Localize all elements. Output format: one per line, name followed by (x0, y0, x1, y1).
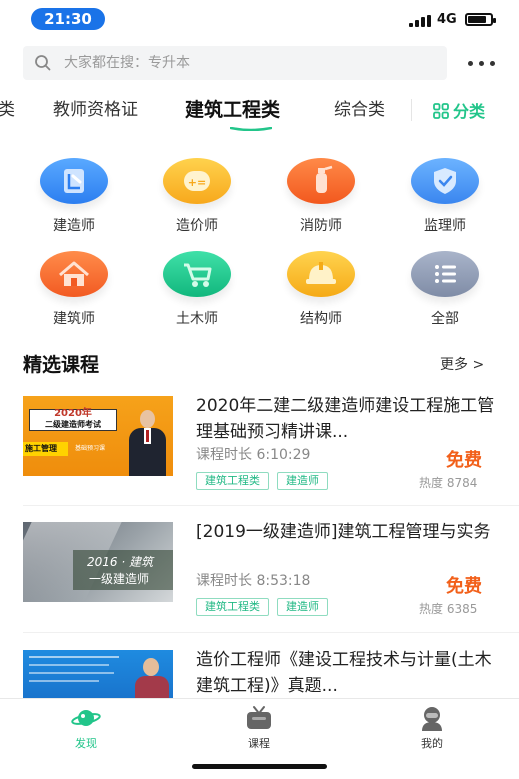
category-jianlishi[interactable]: 监理师 (395, 158, 495, 235)
home-indicator (192, 764, 327, 769)
category-tumushi[interactable]: 土木师 (147, 251, 247, 328)
battery-icon (465, 13, 496, 26)
course-tag: 建造师 (277, 472, 328, 490)
wheelbarrow-icon (163, 251, 231, 297)
course-heat: 热度 6385 (419, 602, 478, 616)
grid-icon (433, 103, 449, 119)
category-label: 全部 (431, 311, 459, 327)
course-tag: 建筑工程类 (196, 598, 269, 616)
course-title: 造价工程师《建设工程技术与计量(土木建筑工程)》真题... (196, 650, 492, 696)
category-label: 结构师 (300, 311, 342, 327)
course-card[interactable]: 造价工程师《建设工程技术与计量(土木建筑工程)》真题... (0, 650, 519, 698)
house-icon (40, 251, 108, 297)
course-duration: 课程时长 6:10:29 (196, 447, 311, 463)
category-label: 建筑师 (53, 311, 95, 327)
status-bar: 21:30 4G (0, 0, 519, 38)
list-icon (411, 251, 479, 297)
category-all[interactable]: 全部 (395, 251, 495, 328)
category-label: 消防师 (300, 218, 342, 234)
planet-icon (71, 710, 101, 726)
nav-label: 我的 (421, 737, 443, 750)
category-label: 监理师 (424, 218, 466, 234)
tab-partial[interactable]: 类 (0, 92, 15, 128)
course-thumbnail (23, 650, 173, 698)
search-input[interactable] (64, 46, 434, 80)
category-jianzhushi[interactable]: 建筑师 (24, 251, 124, 328)
svg-text:+=: += (188, 176, 206, 189)
category-label: 造价师 (176, 218, 218, 234)
category-label: 土木师 (176, 311, 218, 327)
lecturer-photo (127, 406, 167, 476)
course-thumbnail: 2016 · 建筑 一级建造师 (23, 522, 173, 602)
nav-courses[interactable]: 课程 (219, 705, 299, 751)
course-price: 免费 (446, 450, 482, 471)
course-card[interactable]: 2020年 二级建造师考试 施工管理 基础预习课 2020年二建二级建造师建设工… (0, 396, 519, 514)
category-jianzaoshi[interactable]: 建造师 (24, 158, 124, 235)
course-duration: 课程时长 8:53:18 (196, 573, 311, 589)
tab-general[interactable]: 综合类 (334, 92, 385, 128)
section-title: 精选课程 (23, 354, 100, 376)
more-courses-link[interactable]: 更多 > (440, 354, 484, 374)
tab-construction[interactable]: 建筑工程类 (185, 92, 280, 128)
course-title: [2019一级建造师]建筑工程管理与实务 (196, 522, 491, 542)
tv-icon (247, 706, 271, 729)
course-tag: 建筑工程类 (196, 472, 269, 490)
status-time: 21:30 (31, 8, 105, 30)
calculator-icon: += (163, 158, 231, 204)
category-button-label: 分类 (453, 102, 486, 121)
category-zaojiashi[interactable]: += 造价师 (147, 158, 247, 235)
course-card[interactable]: 2016 · 建筑 一级建造师 [2019一级建造师]建筑工程管理与实务 课程时… (0, 522, 519, 640)
user-icon (422, 707, 442, 731)
nav-mine[interactable]: 我的 (392, 705, 472, 751)
fire-extinguisher-icon (287, 158, 355, 204)
nav-discover[interactable]: 发现 (46, 705, 126, 751)
nav-label: 课程 (248, 737, 270, 750)
course-heat: 热度 8784 (419, 476, 478, 490)
shield-check-icon (411, 158, 479, 204)
network-type: 4G (437, 12, 457, 27)
more-options-icon[interactable] (466, 55, 498, 71)
category-label: 建造师 (53, 218, 95, 234)
category-xiaofangshi[interactable]: 消防师 (271, 158, 371, 235)
category-button[interactable]: 分类 (433, 98, 485, 124)
signal-icon (409, 15, 431, 27)
search-icon (35, 55, 51, 71)
blueprint-icon (40, 158, 108, 204)
course-tag: 建造师 (277, 598, 328, 616)
nav-label: 发现 (75, 737, 97, 750)
search-bar[interactable] (23, 46, 447, 80)
course-price: 免费 (446, 576, 482, 597)
course-title: 2020年二建二级建造师建设工程施工管理基础预习精讲课... (196, 396, 495, 442)
category-jiegoushi[interactable]: 结构师 (271, 251, 371, 328)
hard-hat-icon (287, 251, 355, 297)
tab-teacher-qualification[interactable]: 教师资格证 (53, 92, 138, 128)
course-thumbnail: 2020年 二级建造师考试 施工管理 基础预习课 (23, 396, 173, 476)
active-tab-indicator (230, 127, 272, 131)
